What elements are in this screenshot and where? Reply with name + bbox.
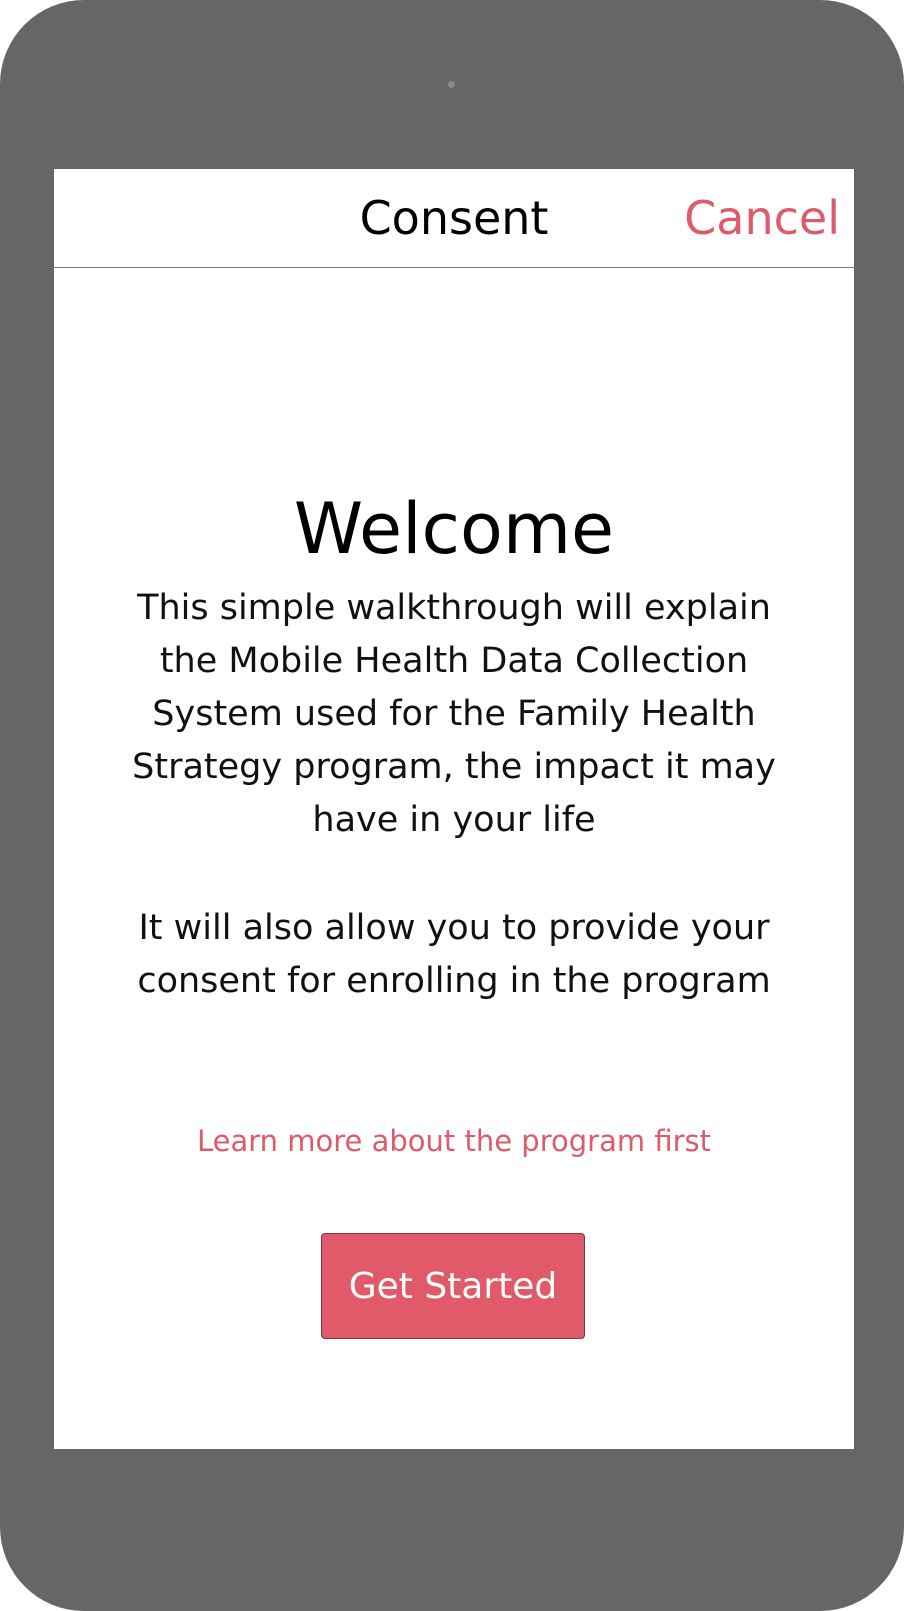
cancel-button[interactable]: Cancel (684, 191, 840, 246)
get-started-button[interactable]: Get Started (321, 1233, 585, 1339)
screen: Consent Cancel Welcome This simple walkt… (54, 169, 854, 1449)
camera-dot (448, 81, 455, 88)
intro-paragraph: This simple walkthrough will explain the… (132, 588, 776, 840)
navigation-bar: Consent Cancel (54, 169, 854, 268)
device-frame: Consent Cancel Welcome This simple walkt… (0, 0, 904, 1611)
consent-paragraph: It will also allow you to provide your c… (137, 908, 771, 1001)
welcome-heading: Welcome (293, 488, 615, 570)
learn-more-link[interactable]: Learn more about the program first (54, 1124, 854, 1159)
